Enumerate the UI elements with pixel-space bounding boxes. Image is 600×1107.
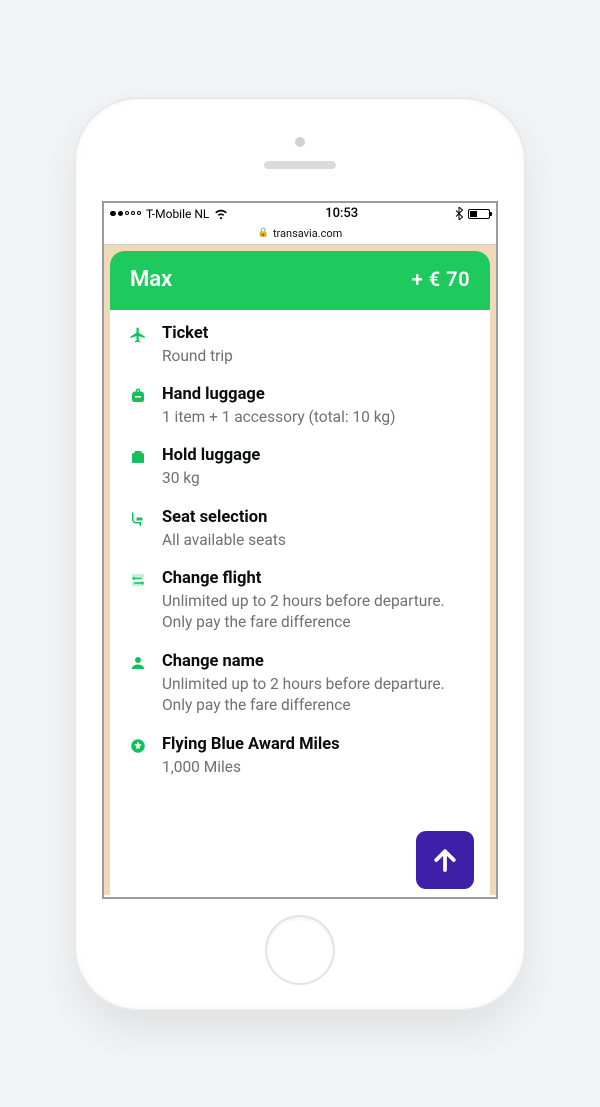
browser-url-bar[interactable]: 🔒 transavia.com [104,225,496,245]
feature-change-name: Change name Unlimited up to 2 hours befo… [128,652,472,717]
feature-title: Hand luggage [162,385,472,404]
wifi-icon [214,208,228,219]
bluetooth-icon [455,207,463,220]
feature-title: Ticket [162,324,472,343]
feature-hand-luggage: Hand luggage 1 item + 1 accessory (total… [128,385,472,428]
feature-list: Ticket Round trip Hand luggage 1 item + … [110,310,490,778]
browser-domain: transavia.com [273,227,342,240]
battery-icon [468,209,490,219]
phone-camera [295,137,305,147]
fare-title: Max [130,267,172,292]
feature-miles: Flying Blue Award Miles 1,000 Miles [128,735,472,778]
arrow-up-icon [430,845,460,875]
fare-card-header: Max + € 70 [110,251,490,310]
phone-speaker [264,161,336,169]
status-bar: T-Mobile NL 10:53 [104,203,496,225]
page-content[interactable]: Max + € 70 Ticket Round trip [104,245,496,895]
feature-title: Flying Blue Award Miles [162,735,472,754]
miles-icon [128,735,148,778]
feature-ticket: Ticket Round trip [128,324,472,367]
feature-hold-luggage: Hold luggage 30 kg [128,446,472,489]
fare-price: + € 70 [412,267,470,291]
carrier-label: T-Mobile NL [146,207,209,221]
feature-title: Change name [162,652,472,671]
feature-desc: 1 item + 1 accessory (total: 10 kg) [162,407,472,428]
feature-desc: Round trip [162,346,472,367]
lock-icon: 🔒 [258,228,269,238]
person-icon [128,652,148,717]
phone-frame: T-Mobile NL 10:53 🔒 transavia.com Max [76,99,524,1009]
feature-desc: All available seats [162,530,472,551]
home-button[interactable] [267,917,333,983]
feature-desc: 30 kg [162,468,472,489]
feature-desc: Unlimited up to 2 hours before departure… [162,591,472,634]
suitcase-icon [128,446,148,489]
fare-card: Max + € 70 Ticket Round trip [110,251,490,895]
feature-title: Change flight [162,569,472,588]
signal-dots [110,211,141,217]
seat-icon [128,508,148,551]
swap-icon [128,569,148,634]
status-time: 10:53 [325,206,358,221]
feature-seat: Seat selection All available seats [128,508,472,551]
backpack-icon [128,385,148,428]
plane-icon [128,324,148,367]
feature-title: Seat selection [162,508,472,527]
feature-title: Hold luggage [162,446,472,465]
feature-change-flight: Change flight Unlimited up to 2 hours be… [128,569,472,634]
feature-desc: 1,000 Miles [162,757,472,778]
screen: T-Mobile NL 10:53 🔒 transavia.com Max [102,201,498,899]
feature-desc: Unlimited up to 2 hours before departure… [162,674,472,717]
scroll-top-button[interactable] [416,831,474,889]
